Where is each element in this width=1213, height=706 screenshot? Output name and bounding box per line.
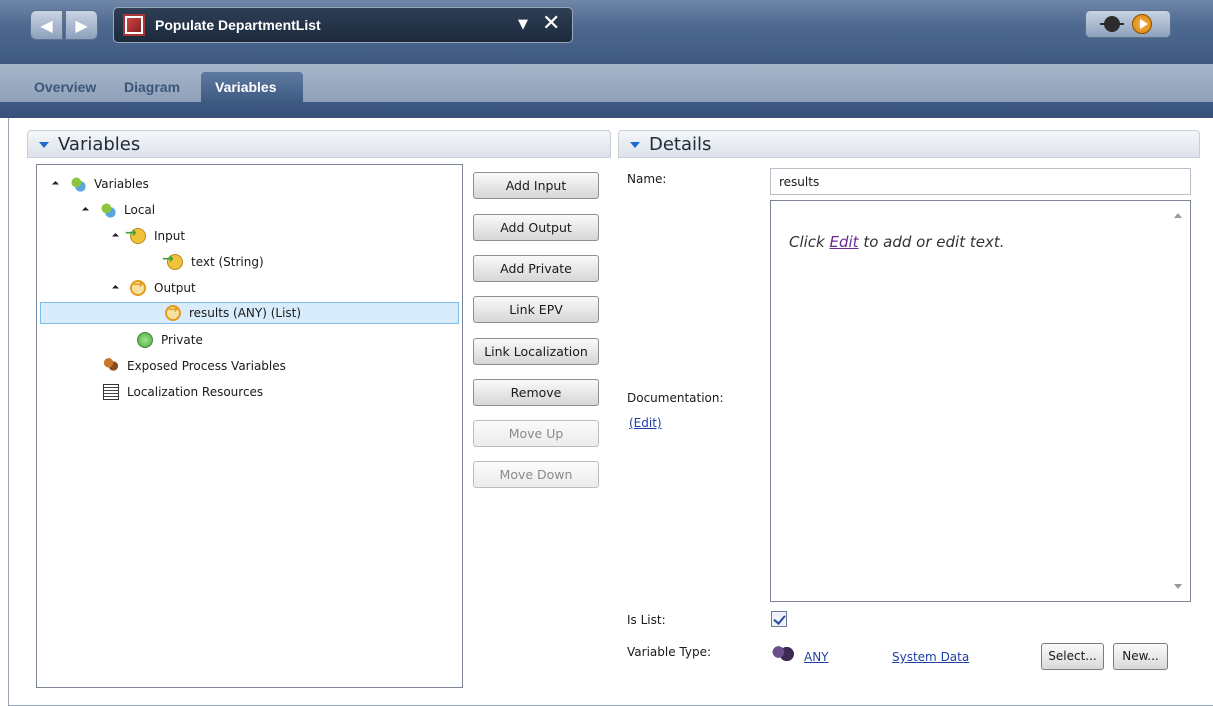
add-input-button[interactable]: Add Input: [473, 172, 599, 199]
forward-arrow-icon: ▶: [75, 15, 88, 35]
expand-icon[interactable]: [111, 232, 120, 240]
run-icon[interactable]: [1132, 14, 1152, 34]
documentation-label: Documentation:: [627, 391, 724, 405]
expand-icon[interactable]: [111, 284, 120, 292]
tree-item-local[interactable]: Local: [81, 199, 156, 221]
app-window: ◀ ▶ Populate DepartmentList ▼ ✕ Overview…: [0, 0, 1213, 706]
output-variable-icon: [130, 277, 146, 296]
toolbar-right: [1085, 10, 1171, 38]
add-output-button[interactable]: Add Output: [473, 214, 599, 241]
variables-tree[interactable]: Variables Local Input text (String) Outp…: [36, 164, 463, 688]
name-field[interactable]: results: [770, 168, 1191, 195]
link-localization-button[interactable]: Link Localization: [473, 338, 599, 365]
tree-item-input[interactable]: Input: [111, 225, 186, 247]
select-button[interactable]: Select...: [1041, 643, 1104, 670]
link-epv-button[interactable]: Link EPV: [473, 296, 599, 323]
tree-item-text-string[interactable]: text (String): [162, 251, 264, 273]
add-private-button[interactable]: Add Private: [473, 255, 599, 282]
scroll-down-icon[interactable]: [1174, 584, 1182, 589]
scroll-up-icon[interactable]: [1174, 213, 1182, 218]
variables-panel-header[interactable]: Variables: [27, 130, 611, 158]
tab-overview[interactable]: Overview: [34, 79, 96, 95]
variable-type-link[interactable]: ANY: [804, 650, 829, 664]
service-flow-icon: [123, 14, 145, 36]
back-arrow-icon: ◀: [40, 15, 53, 35]
move-up-button[interactable]: Move Up: [473, 420, 599, 447]
tree-item-label: results (ANY) (List): [189, 306, 302, 320]
doc-text-prefix: Click: [789, 233, 830, 251]
tree-item-label: Private: [161, 333, 203, 347]
close-icon[interactable]: ✕: [542, 11, 560, 36]
documentation-area[interactable]: Click Edit to add or edit text.: [770, 200, 1191, 602]
tree-item-variables[interactable]: Variables: [51, 173, 149, 195]
title-bar: ◀ ▶ Populate DepartmentList ▼ ✕: [0, 0, 1213, 64]
expand-icon[interactable]: [51, 180, 60, 188]
expand-icon[interactable]: [81, 206, 90, 214]
tree-item-exposed-process-variables[interactable]: Exposed Process Variables: [103, 355, 286, 377]
is-list-label: Is List:: [627, 613, 666, 627]
tree-item-label: text (String): [191, 255, 264, 269]
variable-type-label: Variable Type:: [627, 645, 712, 659]
tree-item-label: Localization Resources: [127, 385, 264, 399]
back-button[interactable]: ◀: [30, 10, 63, 40]
chevron-down-icon[interactable]: ▼: [518, 17, 528, 32]
doc-edit-link[interactable]: Edit: [830, 233, 859, 251]
tree-item-private[interactable]: Private: [137, 329, 203, 351]
new-button[interactable]: New...: [1113, 643, 1168, 670]
tree-item-label: Variables: [94, 177, 149, 191]
is-list-checkbox[interactable]: [771, 611, 787, 627]
editor-tab[interactable]: Populate DepartmentList ▼ ✕: [113, 7, 573, 43]
tree-item-label: Exposed Process Variables: [127, 359, 286, 373]
system-data-link[interactable]: System Data: [892, 650, 969, 664]
variables-icon: [100, 202, 116, 218]
tree-item-label: Local: [124, 203, 156, 217]
input-variable-icon: [162, 251, 183, 270]
tab-diagram[interactable]: Diagram: [124, 79, 180, 95]
tree-item-localization-resources[interactable]: Localization Resources: [103, 381, 263, 403]
forward-button[interactable]: ▶: [65, 10, 98, 40]
tab-variables[interactable]: Variables: [201, 72, 303, 102]
collapse-icon: [39, 142, 49, 148]
doc-text-suffix: to add or edit text.: [858, 233, 1005, 251]
debug-icon[interactable]: [1100, 16, 1124, 32]
details-panel-header[interactable]: Details: [618, 130, 1200, 158]
history-nav: ◀ ▶: [30, 10, 98, 40]
collapse-icon: [630, 142, 640, 148]
variables-panel-title: Variables: [58, 134, 141, 155]
details-panel-title: Details: [649, 134, 712, 155]
move-down-button[interactable]: Move Down: [473, 461, 599, 488]
name-label: Name:: [627, 172, 667, 186]
localization-resources-icon: [103, 384, 119, 400]
variables-icon: [70, 176, 86, 192]
documentation-edit-link[interactable]: (Edit): [629, 416, 662, 430]
documentation-placeholder: Click Edit to add or edit text.: [789, 233, 1005, 251]
output-variable-icon: [165, 302, 181, 321]
input-variable-icon: [125, 225, 146, 244]
exposed-variables-icon: [103, 358, 119, 374]
remove-button[interactable]: Remove: [473, 379, 599, 406]
editor-title: Populate DepartmentList: [155, 17, 321, 33]
business-object-icon: [770, 643, 794, 663]
tab-content-strip: [0, 102, 1213, 118]
tree-item-output[interactable]: Output: [111, 277, 196, 299]
tree-item-label: Input: [154, 229, 186, 243]
tree-item-label: Output: [154, 281, 196, 295]
editor-subtabs: Overview Diagram Variables: [0, 64, 1213, 102]
tree-item-results[interactable]: results (ANY) (List): [40, 302, 459, 324]
private-variable-icon: [137, 332, 153, 348]
